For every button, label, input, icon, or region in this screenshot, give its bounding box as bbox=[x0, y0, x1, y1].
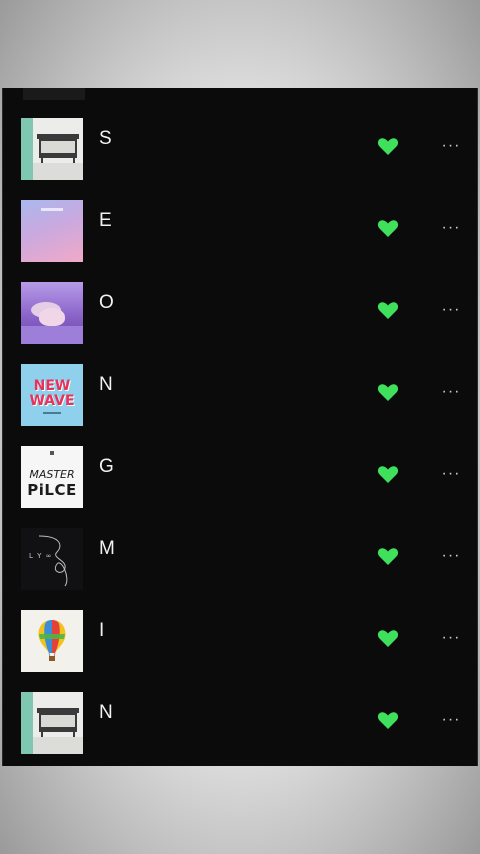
track-row[interactable]: MASTER PiLCE G ··· bbox=[3, 446, 477, 510]
masterpiece-album-cover: MASTER PiLCE bbox=[21, 446, 83, 508]
cover-text: NEW bbox=[33, 378, 71, 394]
heart-icon[interactable] bbox=[376, 544, 400, 568]
heart-icon[interactable] bbox=[376, 380, 400, 404]
more-options-button[interactable]: ··· bbox=[439, 628, 463, 648]
cover-text: WAVE bbox=[29, 393, 75, 409]
more-options-button[interactable]: ··· bbox=[439, 300, 463, 320]
track-title: I bbox=[99, 620, 105, 641]
previous-track-cover-edge bbox=[23, 88, 85, 100]
track-row[interactable]: O ··· bbox=[3, 282, 477, 346]
more-options-button[interactable]: ··· bbox=[439, 382, 463, 402]
new-wave-album-cover: NEW WAVE bbox=[21, 364, 83, 426]
track-title: S bbox=[99, 128, 113, 149]
track-row[interactable]: N ··· bbox=[3, 692, 477, 756]
heart-icon[interactable] bbox=[376, 462, 400, 486]
thread-art-icon bbox=[38, 535, 68, 587]
more-options-button[interactable]: ··· bbox=[439, 136, 463, 156]
track-title: M bbox=[99, 538, 116, 559]
track-row[interactable]: I ··· bbox=[3, 610, 477, 674]
more-options-button[interactable]: ··· bbox=[439, 464, 463, 484]
heart-icon[interactable] bbox=[376, 626, 400, 650]
more-options-button[interactable]: ··· bbox=[439, 710, 463, 730]
track-title: G bbox=[99, 456, 115, 477]
bench-album-cover bbox=[21, 692, 83, 754]
track-row[interactable]: NEW WAVE N ··· bbox=[3, 364, 477, 428]
love-yourself-album-cover: L Y ∞ bbox=[21, 528, 83, 590]
heart-icon[interactable] bbox=[376, 216, 400, 240]
track-title: N bbox=[99, 702, 114, 723]
track-row[interactable]: S ··· bbox=[3, 118, 477, 182]
pastel-album-cover bbox=[21, 200, 83, 262]
heart-icon[interactable] bbox=[376, 134, 400, 158]
more-options-button[interactable]: ··· bbox=[439, 218, 463, 238]
cover-text: PiLCE bbox=[27, 481, 77, 499]
track-list-panel: S ··· E ··· O ··· NEW WAVE N ··· MASTER bbox=[2, 88, 478, 766]
cover-text: MASTER bbox=[29, 468, 75, 481]
more-options-button[interactable]: ··· bbox=[439, 546, 463, 566]
hot-air-balloon-icon bbox=[38, 620, 66, 661]
track-title: E bbox=[99, 210, 113, 231]
track-title: N bbox=[99, 374, 114, 395]
track-row[interactable]: E ··· bbox=[3, 200, 477, 264]
track-row[interactable]: L Y ∞ M ··· bbox=[3, 528, 477, 592]
balloon-album-cover bbox=[21, 610, 83, 672]
bench-album-cover bbox=[21, 118, 83, 180]
track-title: O bbox=[99, 292, 115, 313]
heart-icon[interactable] bbox=[376, 708, 400, 732]
heart-icon[interactable] bbox=[376, 298, 400, 322]
sleeping-album-cover bbox=[21, 282, 83, 344]
